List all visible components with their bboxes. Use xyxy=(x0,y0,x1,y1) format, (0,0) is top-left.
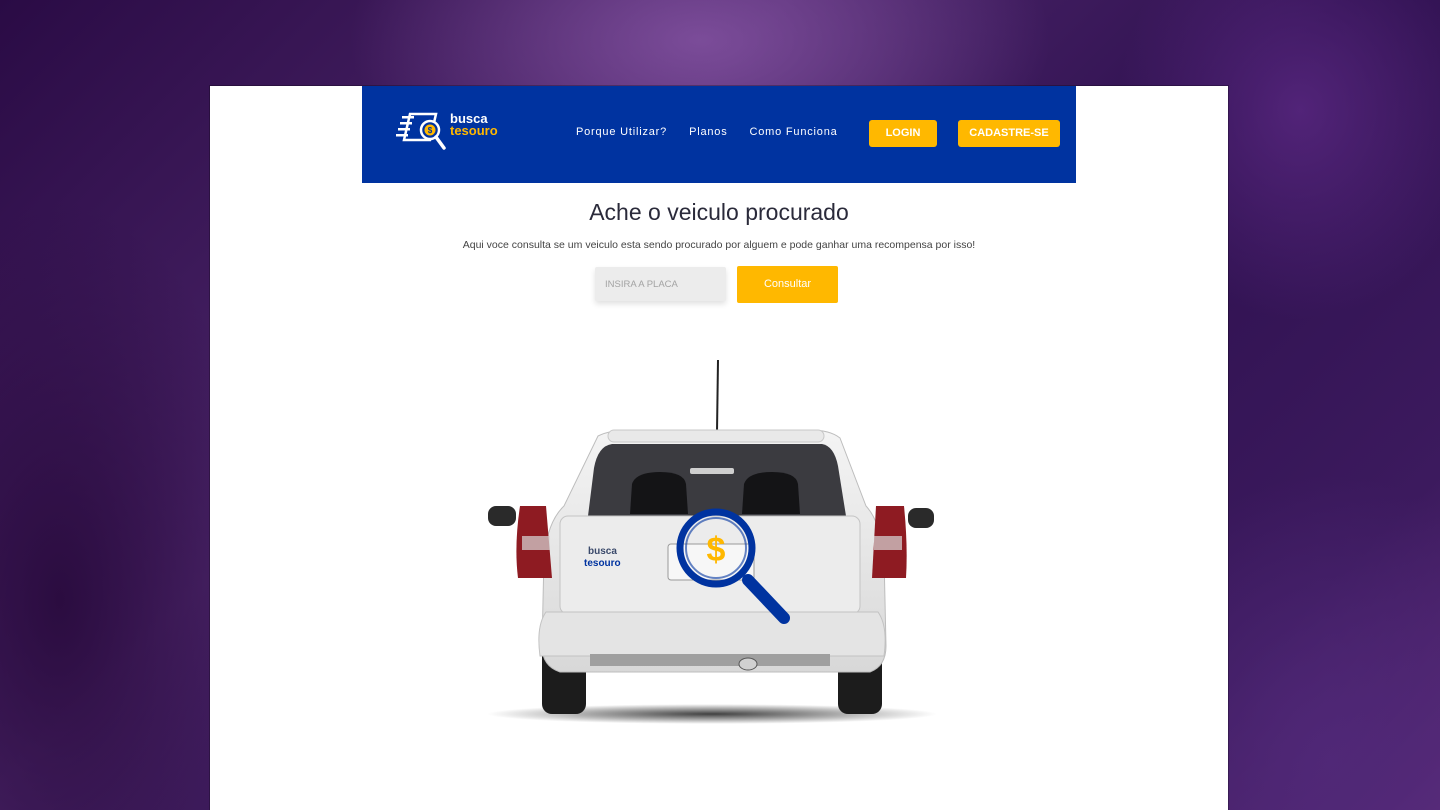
car-illustration: busca tesouro $ xyxy=(487,359,937,724)
logo-wordmark: busca tesouro xyxy=(450,112,498,138)
left-seat xyxy=(630,472,688,514)
signup-button[interactable]: CADASTRE-SE xyxy=(958,120,1060,147)
antenna xyxy=(716,359,719,433)
brake-light xyxy=(690,468,734,474)
page-subtitle: Aqui voce consulta se um veiculo esta se… xyxy=(462,239,976,251)
svg-text:$: $ xyxy=(428,126,433,135)
magnifier-coin-logo-icon: $ xyxy=(396,112,446,150)
logo-word-tesouro: tesouro xyxy=(450,123,498,138)
plate-input[interactable] xyxy=(595,267,726,301)
car-badge-tesouro: tesouro xyxy=(584,558,621,569)
dollar-sign: $ xyxy=(707,531,726,569)
browser-page: $ busca tesouro Porque Utilizar? Planos … xyxy=(210,86,1228,810)
login-button[interactable]: LOGIN xyxy=(869,120,937,147)
nav-porque-utilizar[interactable]: Porque Utilizar? xyxy=(576,126,667,138)
left-mirror xyxy=(488,506,516,526)
page-title: Ache o veiculo procurado xyxy=(589,199,849,225)
rear-window xyxy=(588,444,846,516)
main-nav: Porque Utilizar? Planos Como Funciona xyxy=(576,126,838,138)
brand-logo[interactable]: $ busca tesouro xyxy=(396,110,506,156)
consult-button[interactable]: Consultar xyxy=(737,266,838,303)
right-seat xyxy=(742,472,800,514)
rear-bumper xyxy=(538,611,886,657)
exhaust xyxy=(738,657,758,671)
roof-spoiler xyxy=(607,429,825,443)
right-mirror xyxy=(908,508,934,528)
car-badge-busca: busca xyxy=(588,546,617,557)
nav-planos[interactable]: Planos xyxy=(689,126,727,138)
nav-como-funciona[interactable]: Como Funciona xyxy=(750,126,838,138)
lower-bumper xyxy=(590,654,830,666)
site-header: $ busca tesouro Porque Utilizar? Planos … xyxy=(362,86,1076,183)
